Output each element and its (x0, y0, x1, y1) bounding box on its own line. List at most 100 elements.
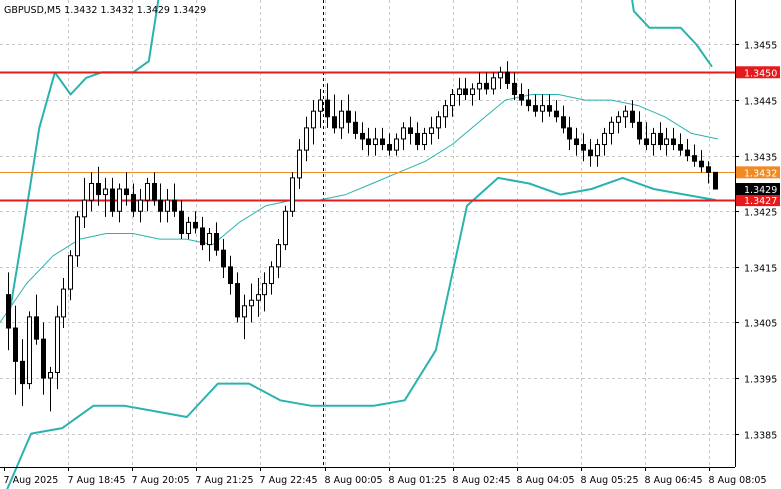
candle-body (477, 82, 482, 90)
y-tick-label: 1.3415 (744, 264, 777, 275)
x-tick-label: 8 Aug 00:05 (325, 475, 383, 486)
level-label: 1.3450 (744, 68, 777, 79)
x-tick-label: 8 Aug 04:05 (517, 475, 575, 486)
candle-body (283, 210, 288, 246)
candle-body (457, 88, 462, 96)
x-tick-label: 8 Aug 02:45 (453, 475, 511, 486)
candle-body (561, 116, 566, 129)
candle-body (117, 188, 122, 212)
candle-body (470, 88, 475, 96)
candle-body (61, 288, 66, 318)
candle-body (678, 144, 683, 151)
candle-body (34, 316, 39, 340)
candle-body (415, 132, 420, 146)
candle-body (567, 127, 572, 140)
candle-body (519, 94, 524, 101)
x-tick-label: 8 Aug 05:25 (581, 475, 639, 486)
chart-window[interactable]: 1.3455 1.3445 1.3435 1.3425 1.3415 1.3405 1.33… (0, 0, 781, 489)
candle-body (89, 182, 94, 201)
candle-body (512, 82, 517, 96)
candle-body (158, 199, 163, 212)
candle-body (346, 110, 351, 123)
candle-body (498, 71, 503, 79)
candle-body (325, 99, 330, 118)
x-tick-label: 8 Aug 01:25 (389, 475, 447, 486)
x-tick-label: 7 Aug 2025 (4, 475, 59, 486)
candle-body (658, 132, 663, 146)
candle-body (68, 255, 73, 290)
candle-body (82, 199, 87, 218)
x-tick-label: 7 Aug 18:45 (68, 475, 126, 486)
candle-body (450, 94, 455, 107)
y-tick-label: 1.3425 (744, 208, 777, 219)
candle-body (401, 127, 406, 140)
candle-body (297, 149, 302, 179)
candle-body (179, 210, 184, 234)
candle-body (311, 110, 316, 129)
candle-body (387, 144, 392, 151)
candle-body (547, 105, 552, 112)
candle-body (27, 316, 32, 385)
candle-body (671, 138, 676, 146)
candle-body (353, 121, 358, 134)
candle-body (214, 233, 219, 251)
candle-body (554, 110, 559, 118)
y-tick-label: 1.3395 (744, 375, 777, 386)
candle-body (138, 199, 143, 212)
candle-body (644, 138, 649, 146)
candle-body (623, 110, 628, 118)
candle-body (443, 105, 448, 118)
candle-body (366, 138, 371, 146)
candle-body (373, 138, 378, 146)
candle-body (48, 371, 53, 379)
candle-body (20, 360, 25, 385)
candle-body (41, 338, 46, 379)
candle-body (221, 249, 226, 268)
candle-body (505, 71, 510, 84)
price-chart[interactable]: 1.3455 1.3445 1.3435 1.3425 1.3415 1.3405 1.33… (0, 0, 781, 489)
x-tick-label: 7 Aug 21:25 (196, 475, 254, 486)
candle-body (706, 166, 711, 173)
candle-body (637, 121, 642, 140)
candle-body (408, 127, 413, 134)
candle-body (304, 127, 309, 151)
candle-body (145, 182, 150, 201)
candle-body (75, 216, 80, 257)
x-tick-label: 7 Aug 22:45 (260, 475, 318, 486)
candle-body (103, 188, 108, 196)
candle-body (630, 110, 635, 123)
candle-body (699, 160, 704, 168)
x-tick-label: 8 Aug 06:45 (645, 475, 703, 486)
current-price-label: 1.3429 (744, 185, 777, 196)
candle-body (602, 132, 607, 146)
candle-body (6, 294, 11, 329)
candle-body (242, 305, 247, 318)
candle-body (491, 77, 496, 90)
candle-body (200, 227, 205, 246)
candle-body (318, 99, 323, 112)
candle-body (429, 127, 434, 134)
candle-body (422, 132, 427, 146)
candle-body (540, 105, 545, 112)
candle-body (332, 116, 337, 129)
candle-body (616, 116, 621, 123)
candle-body (276, 244, 281, 268)
candle-body (463, 88, 468, 96)
candle-body (152, 182, 157, 201)
candle-body (55, 316, 60, 373)
level-label: 1.3427 (744, 196, 777, 207)
candle-body (124, 188, 129, 196)
chart-title: GBPUSD,M5 1.3432 1.3432 1.3429 1.3429 (4, 5, 206, 16)
y-tick-label: 1.3445 (744, 97, 777, 108)
candle-body (249, 299, 254, 307)
candle-body (574, 138, 579, 146)
y-tick-label: 1.3435 (744, 153, 777, 164)
candle-body (228, 266, 233, 285)
y-tick-label: 1.3405 (744, 319, 777, 330)
candle-body (193, 221, 198, 229)
candle-body (339, 110, 344, 129)
candle-body (533, 105, 538, 112)
candle-body (436, 116, 441, 129)
candle-body (588, 149, 593, 157)
level-label: 1.3432 (744, 168, 777, 179)
